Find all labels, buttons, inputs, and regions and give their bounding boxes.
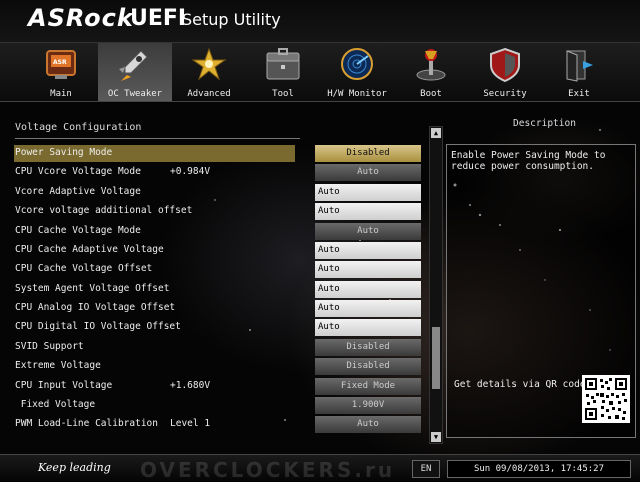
tab-oc-tweaker[interactable]: OC Tweaker (98, 43, 172, 101)
setting-row-extreme-voltage[interactable]: Extreme Voltage Disabled (14, 358, 422, 375)
scrollbar-thumb[interactable] (432, 327, 440, 389)
setting-row-fixed-voltage[interactable]: Fixed Voltage 1.900V (14, 397, 422, 414)
tab-label: Security (483, 89, 527, 99)
setting-label: Vcore voltage additional offset (15, 205, 193, 216)
setting-label: Power Saving Mode (15, 147, 113, 158)
joystick-icon (416, 49, 446, 81)
star-icon (191, 47, 227, 81)
setting-label: CPU Cache Voltage Mode (15, 225, 141, 236)
setting-label: Extreme Voltage (15, 360, 101, 371)
description-title: Description (513, 118, 576, 129)
setting-row-system-agent-voltage-offset[interactable]: System Agent Voltage Offset Auto (14, 281, 422, 298)
vcore-additional-offset-input[interactable]: Auto (315, 203, 421, 220)
setting-row-cpu-analog-io-voltage-offset[interactable]: CPU Analog IO Voltage Offset Auto (14, 300, 422, 317)
description-text: Enable Power Saving Mode to reduce power… (451, 150, 606, 172)
cpu-cache-adaptive-voltage-input[interactable]: Auto (315, 242, 421, 259)
section-divider (15, 138, 300, 139)
setting-label: PWM Load-Line Calibration (15, 418, 158, 429)
tab-main[interactable]: ASR Main (24, 43, 98, 101)
setting-row-cpu-cache-voltage-offset[interactable]: CPU Cache Voltage Offset Auto (14, 261, 422, 278)
qr-code-label: Get details via QR code (454, 379, 586, 390)
status-bar: Keep leading OVERCLOCKERS.ru EN Sun 09/0… (0, 454, 640, 482)
vcore-adaptive-voltage-input[interactable]: Auto (315, 184, 421, 201)
setting-label: CPU Analog IO Voltage Offset (15, 302, 176, 313)
setting-row-power-saving-mode[interactable]: Power Saving Mode Disabled (14, 145, 422, 162)
cpu-cache-voltage-mode-select[interactable]: Auto (315, 223, 421, 240)
setting-row-pwm-load-line-calibration[interactable]: PWM Load-Line Calibration Level 1 Auto (14, 416, 422, 433)
tab-label: Boot (420, 89, 442, 99)
tab-label: OC Tweaker (107, 89, 163, 99)
setting-label: CPU Vcore Voltage Mode (15, 166, 141, 177)
setting-row-cpu-cache-voltage-mode[interactable]: CPU Cache Voltage Mode Auto (14, 223, 422, 240)
setting-label: Fixed Voltage (15, 399, 96, 410)
date-time: Sun 09/08/2013, 17:45:27 (447, 460, 631, 478)
tab-boot[interactable]: Boot (394, 43, 468, 101)
power-saving-mode-select[interactable]: Disabled (315, 145, 421, 162)
description-panel: Enable Power Saving Mode to reduce power… (446, 144, 636, 438)
tab-label: Main (50, 89, 72, 99)
exit-door-icon (566, 50, 593, 82)
setting-label: CPU Input Voltage (15, 380, 113, 391)
tab-label: Exit (568, 89, 590, 99)
svid-support-select[interactable]: Disabled (315, 339, 421, 356)
tab-security[interactable]: Security (468, 43, 542, 101)
fixed-voltage-select[interactable]: 1.900V (315, 397, 421, 414)
cpu-input-voltage-select[interactable]: Fixed Mode (315, 378, 421, 395)
svg-text:ASR: ASR (53, 59, 67, 66)
cpu-digital-io-voltage-offset-input[interactable]: Auto (315, 319, 421, 336)
setting-label: Vcore Adaptive Voltage (15, 186, 141, 197)
app-title: Setup Utility (182, 10, 281, 29)
setting-row-vcore-adaptive-voltage[interactable]: Vcore Adaptive Voltage Auto (14, 184, 422, 201)
current-value: +1.680V (170, 380, 211, 391)
current-value: Level 1 (170, 418, 211, 429)
setting-row-cpu-cache-adaptive-voltage[interactable]: CPU Cache Adaptive Voltage Auto (14, 242, 422, 259)
current-value: +0.984V (170, 166, 211, 177)
slogan: Keep leading (38, 461, 111, 474)
setting-row-cpu-digital-io-voltage-offset[interactable]: CPU Digital IO Voltage Offset Auto (14, 319, 422, 336)
setting-row-cpu-vcore-voltage-mode[interactable]: CPU Vcore Voltage Mode +0.984V Auto (14, 164, 422, 181)
setting-label: CPU Cache Adaptive Voltage (15, 244, 164, 255)
setting-label: SVID Support (15, 341, 84, 352)
main-nav: ASR Main OC Tweaker Advanced Tool H/W Mo… (0, 42, 640, 102)
language-button[interactable]: EN (412, 460, 440, 478)
rocket-icon (119, 50, 148, 81)
qr-code-icon[interactable] (582, 375, 630, 423)
tab-hw-monitor[interactable]: H/W Monitor (320, 43, 394, 101)
tab-advanced[interactable]: Advanced (172, 43, 246, 101)
setting-row-svid-support[interactable]: SVID Support Disabled (14, 339, 422, 356)
radar-icon (341, 48, 373, 80)
title-bar: ASRock UEFI Setup Utility (0, 0, 640, 42)
toolbox-icon (266, 48, 300, 80)
scroll-down-arrow-icon[interactable]: ▼ (431, 432, 441, 442)
system-agent-voltage-offset-input[interactable]: Auto (315, 281, 421, 298)
watermark: OVERCLOCKERS.ru (140, 458, 396, 482)
uefi-label: UEFI (130, 6, 187, 31)
asrock-logo: ASRock (28, 4, 134, 32)
scroll-up-arrow-icon[interactable]: ▲ (431, 128, 441, 138)
cpu-analog-io-voltage-offset-input[interactable]: Auto (315, 300, 421, 317)
tab-tool[interactable]: Tool (246, 43, 320, 101)
shield-icon (490, 47, 520, 83)
setting-label: CPU Digital IO Voltage Offset (15, 321, 181, 332)
setting-label: System Agent Voltage Offset (15, 283, 170, 294)
setting-row-vcore-additional-offset[interactable]: Vcore voltage additional offset Auto (14, 203, 422, 220)
tab-label: Advanced (187, 89, 231, 99)
extreme-voltage-select[interactable]: Disabled (315, 358, 421, 375)
pwm-load-line-calibration-select[interactable]: Auto (315, 416, 421, 433)
main-icon: ASR (46, 50, 76, 79)
cpu-cache-voltage-offset-input[interactable]: Auto (315, 261, 421, 278)
settings-scrollbar[interactable]: ▲ ▼ (429, 126, 443, 444)
cpu-vcore-voltage-mode-select[interactable]: Auto (315, 164, 421, 181)
tab-label: Tool (272, 89, 294, 99)
tab-label: H/W Monitor (327, 89, 387, 99)
setting-row-cpu-input-voltage[interactable]: CPU Input Voltage +1.680V Fixed Mode (14, 378, 422, 395)
section-title: Voltage Configuration (15, 122, 142, 133)
tab-exit[interactable]: Exit (542, 43, 616, 101)
setting-label: CPU Cache Voltage Offset (15, 263, 153, 274)
